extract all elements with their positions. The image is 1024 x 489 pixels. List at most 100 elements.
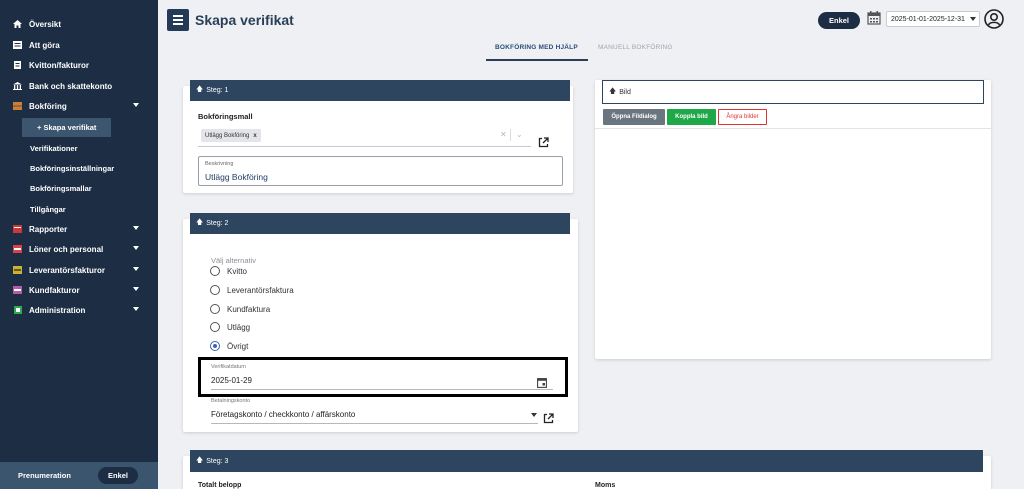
tab-manuell-bokforing[interactable]: MANUELL BOKFÖRING bbox=[598, 44, 673, 51]
sidebar-item-bokforing[interactable]: Bokföring bbox=[0, 96, 158, 116]
user-avatar-icon[interactable] bbox=[984, 9, 1004, 29]
step2-title: Steg: 2 bbox=[206, 220, 229, 227]
arrow-up-icon: 🡅 bbox=[609, 87, 617, 95]
sidebar-item-oversikt[interactable]: Översikt bbox=[0, 14, 158, 34]
template-label: Bokföringsmall bbox=[198, 112, 253, 121]
radio-circle[interactable] bbox=[210, 304, 220, 314]
image-title: Bild bbox=[619, 88, 631, 96]
tab-bokforing-med-hjalp[interactable]: BOKFÖRING MED HJÄLP bbox=[495, 44, 578, 51]
sidebar-item-label: Löner och personal bbox=[29, 244, 104, 254]
page-title: Skapa verifikat bbox=[195, 12, 294, 28]
bank-icon bbox=[13, 82, 22, 90]
chevron-down-icon bbox=[133, 267, 139, 271]
description-value: Utlägg Bokföring bbox=[205, 172, 268, 182]
sidebar-item-kundfakturor[interactable]: Kundfakturor bbox=[0, 280, 158, 300]
invoice-in-icon bbox=[13, 266, 22, 274]
sidebar-item-leverantorsfakturor[interactable]: Leverantörsfakturor bbox=[0, 260, 158, 280]
radio-circle[interactable] bbox=[210, 285, 220, 295]
sidebar-item-label: Administration bbox=[29, 305, 86, 315]
radio-utlagg[interactable]: Utlägg bbox=[210, 322, 250, 332]
description-label: Beskrivning bbox=[205, 161, 234, 167]
highlight-frame bbox=[198, 357, 568, 397]
date-underline bbox=[211, 389, 553, 390]
receipt-icon bbox=[13, 61, 22, 69]
list-icon bbox=[13, 41, 22, 49]
template-chip-label: Utlägg Bokföring bbox=[205, 132, 250, 139]
link-image-button[interactable]: Koppla bild bbox=[667, 109, 716, 125]
sidebar-item-loner[interactable]: Löner och personal bbox=[0, 239, 158, 259]
divider bbox=[595, 128, 991, 129]
sidebar-subitem-tillgangar[interactable]: Tillgångar bbox=[30, 205, 66, 214]
account-underline bbox=[211, 423, 538, 424]
sidebar-item-label: Rapporter bbox=[29, 224, 68, 234]
radio-label: Utlägg bbox=[227, 322, 251, 332]
fiscal-year-select[interactable]: 2025-01-01-2025-12-31 bbox=[886, 11, 980, 27]
sidebar-subitem-verifikationer[interactable]: Verifikationer bbox=[30, 144, 78, 153]
clear-icon[interactable]: ✕ bbox=[500, 130, 507, 139]
template-chip[interactable]: Utlägg Bokföring x bbox=[201, 129, 261, 142]
sidebar-item-rapporter[interactable]: Rapporter bbox=[0, 219, 158, 239]
date-label: Verifikatdatum bbox=[211, 364, 246, 370]
sidebar-item-label: Kvitton/fakturor bbox=[29, 60, 89, 70]
sidebar-item-label: Leverantörsfakturor bbox=[29, 265, 106, 275]
arrow-up-icon: 🡅 bbox=[196, 456, 204, 464]
radio-leverantorsfaktura[interactable]: Leverantörsfaktura bbox=[210, 285, 294, 295]
sidebar-item-label: Bokföring bbox=[29, 101, 67, 111]
undo-images-button[interactable]: Ångra bilder bbox=[718, 109, 767, 125]
sidebar-subitem-bokforingsmallar[interactable]: Bokföringsmallar bbox=[30, 184, 92, 193]
select-divider bbox=[510, 129, 511, 141]
report-icon bbox=[13, 225, 22, 233]
sidebar-item-att-gora[interactable]: Att göra bbox=[0, 35, 158, 55]
menu-toggle-button[interactable] bbox=[167, 9, 189, 31]
invoice-out-icon bbox=[13, 286, 22, 294]
step2-header: 🡅 Steg: 2 bbox=[190, 213, 570, 234]
radio-circle[interactable] bbox=[210, 322, 220, 332]
calendar-icon[interactable] bbox=[537, 375, 547, 388]
radio-label: Kvitto bbox=[227, 266, 248, 276]
template-select-underline bbox=[198, 146, 531, 147]
arrow-up-icon: 🡅 bbox=[196, 219, 204, 226]
total-amount-label: Totalt belopp bbox=[198, 482, 242, 489]
radio-label: Övrigt bbox=[227, 341, 249, 351]
account-select[interactable]: Företagskonto / checkkonto / affärskonto bbox=[211, 410, 355, 419]
sidebar: Översikt Att göra Kvitton/fakturor Bank … bbox=[0, 0, 158, 489]
radio-kvitto[interactable]: Kvitto bbox=[210, 266, 247, 276]
sidebar-item-label: Bank och skattekonto bbox=[29, 81, 113, 91]
external-link-icon[interactable] bbox=[538, 135, 549, 148]
chevron-down-icon bbox=[133, 226, 139, 230]
radio-label: Leverantörsfaktura bbox=[227, 285, 294, 295]
subscription-label[interactable]: Prenumeration bbox=[18, 471, 71, 480]
sidebar-subitem-skapa-verifikat[interactable]: + Skapa verifikat bbox=[22, 118, 111, 137]
chevron-down-icon[interactable] bbox=[531, 413, 537, 417]
vat-label: Moms bbox=[595, 482, 616, 489]
open-file-dialog-button[interactable]: Öppna Fildialog bbox=[603, 109, 665, 125]
radio-kundfaktura[interactable]: Kundfaktura bbox=[210, 304, 270, 314]
radio-circle-selected[interactable] bbox=[210, 341, 220, 351]
description-field[interactable]: Beskrivning Utlägg Bokföring bbox=[198, 156, 563, 186]
chevron-down-icon bbox=[133, 307, 139, 311]
sidebar-item-kvitton[interactable]: Kvitton/fakturor bbox=[0, 55, 158, 75]
sidebar-item-administration[interactable]: Administration bbox=[0, 300, 158, 320]
chevron-down-icon bbox=[970, 17, 976, 21]
people-icon bbox=[13, 245, 22, 253]
radio-circle[interactable] bbox=[210, 266, 220, 276]
choose-option-label: Välj alternativ bbox=[211, 256, 257, 265]
chevron-down-icon[interactable]: ⌄ bbox=[516, 130, 523, 139]
fiscal-year-value: 2025-01-01-2025-12-31 bbox=[891, 15, 965, 23]
plan-button[interactable]: Enkel bbox=[818, 12, 860, 29]
calendar-icon[interactable] bbox=[867, 11, 881, 25]
chevron-down-icon bbox=[133, 103, 139, 107]
step3-title: Steg: 3 bbox=[206, 457, 229, 465]
date-input[interactable]: 2025-01-29 bbox=[211, 376, 252, 385]
step3-header: 🡅 Steg: 3 bbox=[190, 450, 983, 472]
hamburger-icon bbox=[173, 15, 183, 17]
sidebar-subitem-bokforingsinstallningar[interactable]: Bokföringsinställningar bbox=[30, 164, 114, 173]
radio-ovrigt[interactable]: Övrigt bbox=[210, 341, 248, 351]
chip-remove-icon[interactable]: x bbox=[253, 133, 256, 139]
sidebar-subitem-label: + Skapa verifikat bbox=[37, 123, 97, 132]
sidebar-item-label: Att göra bbox=[29, 40, 60, 50]
plan-badge[interactable]: Enkel bbox=[98, 467, 138, 484]
arrow-up-icon: 🡅 bbox=[196, 86, 204, 93]
external-link-icon[interactable] bbox=[543, 411, 554, 424]
sidebar-item-bank[interactable]: Bank och skattekonto bbox=[0, 76, 158, 96]
